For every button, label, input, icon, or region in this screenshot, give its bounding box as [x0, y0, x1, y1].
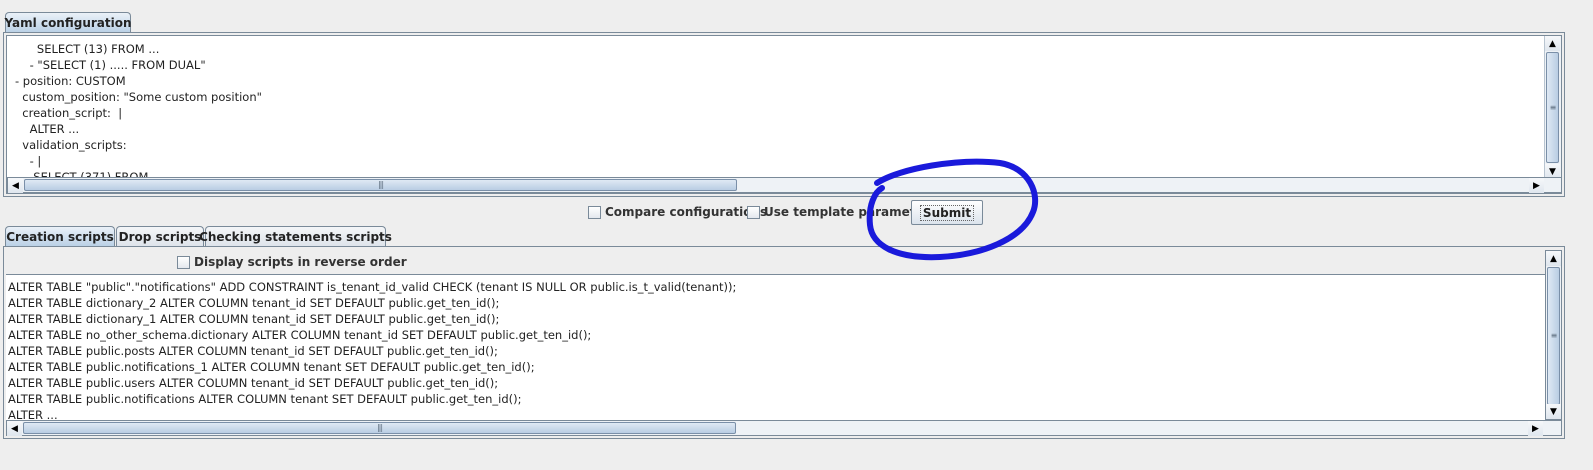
script-line: ALTER TABLE no_other_schema.dictionary A… — [8, 328, 592, 342]
yaml-line: ALTER ... — [15, 122, 80, 136]
yaml-lines: SELECT (13) FROM ... - "SELECT (1) .....… — [15, 41, 262, 185]
scroll-left-icon[interactable]: ◀ — [7, 421, 22, 436]
scroll-up-icon[interactable]: ▲ — [1546, 251, 1561, 266]
scroll-right-icon[interactable]: ▶ — [1529, 178, 1544, 193]
scroll-down-icon[interactable]: ▼ — [1546, 404, 1561, 419]
yaml-vertical-scrollbar[interactable]: ▲ ≡ ▼ — [1544, 36, 1561, 179]
script-line: ALTER TABLE public.notifications_1 ALTER… — [8, 360, 535, 374]
script-line: ALTER TABLE public.notifications ALTER C… — [8, 392, 522, 406]
yaml-line: - "SELECT (1) ..... FROM DUAL" — [15, 58, 206, 72]
script-line: ALTER TABLE public.posts ALTER COLUMN te… — [8, 344, 498, 358]
yaml-vertical-scroll-thumb[interactable]: ≡ — [1546, 52, 1559, 163]
submit-button[interactable]: Submit — [911, 200, 983, 225]
scripts-text-area[interactable]: ALTER TABLE "public"."notifications" ADD… — [6, 250, 1562, 436]
submit-button-label: Submit — [919, 204, 975, 221]
script-line: ALTER TABLE dictionary_1 ALTER COLUMN te… — [8, 312, 500, 326]
yaml-line: custom_position: "Some custom position" — [15, 90, 262, 104]
yaml-line: - | — [15, 154, 42, 168]
yaml-line: validation_scripts: — [15, 138, 127, 152]
script-line: ALTER TABLE "public"."notifications" ADD… — [8, 280, 737, 294]
yaml-text-area[interactable]: SELECT (13) FROM ... - "SELECT (1) .....… — [6, 35, 1562, 194]
script-line: ALTER TABLE dictionary_2 ALTER COLUMN te… — [8, 296, 500, 310]
compare-configurations-checkbox[interactable] — [588, 206, 601, 219]
yaml-panel: SELECT (13) FROM ... - "SELECT (1) .....… — [3, 32, 1565, 197]
tab-checking-statements-scripts[interactable]: Checking statements scripts — [199, 226, 392, 247]
scroll-left-icon[interactable]: ◀ — [8, 178, 23, 193]
use-template-parameters-checkbox[interactable] — [747, 206, 760, 219]
script-line: ALTER TABLE public.users ALTER COLUMN te… — [8, 376, 499, 390]
yaml-line: - position: CUSTOM — [15, 74, 126, 88]
scripts-vertical-scrollbar[interactable]: ▲ ≡ ▼ — [1545, 250, 1562, 420]
yaml-horizontal-scrollbar[interactable]: ◀ ||| ▶ — [7, 177, 1561, 193]
compare-configurations-label: Compare configurations — [605, 205, 768, 219]
tab-creation-scripts[interactable]: Creation scripts — [5, 226, 115, 247]
yaml-horizontal-scroll-thumb[interactable]: ||| — [24, 179, 737, 191]
tab-drop-scripts[interactable]: Drop scripts — [116, 226, 204, 247]
scripts-vertical-scroll-thumb[interactable]: ≡ — [1547, 267, 1560, 405]
scroll-right-icon[interactable]: ▶ — [1528, 421, 1543, 436]
tab-yaml-configuration[interactable]: Yaml configuration — [4, 12, 132, 33]
yaml-line: creation_script: | — [15, 106, 123, 120]
scripts-horizontal-scroll-thumb[interactable]: ||| — [23, 422, 736, 434]
scripts-text-content: ALTER TABLE "public"."notifications" ADD… — [6, 274, 1545, 423]
scripts-panel: Display scripts in reverse order ALTER T… — [3, 246, 1565, 439]
yaml-line: SELECT (13) FROM ... — [15, 42, 160, 56]
scripts-horizontal-scrollbar[interactable]: ◀ ||| ▶ — [6, 420, 1562, 436]
script-lines: ALTER TABLE "public"."notifications" ADD… — [8, 279, 736, 423]
scroll-up-icon[interactable]: ▲ — [1545, 36, 1560, 51]
